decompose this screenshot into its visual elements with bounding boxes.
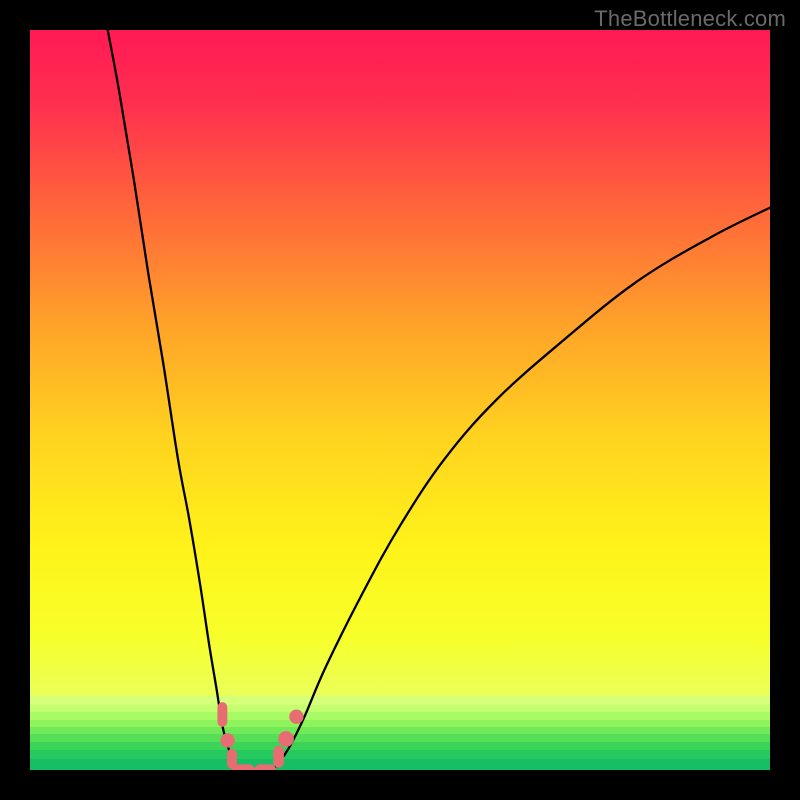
chart-container: TheBottleneck.com bbox=[0, 0, 800, 800]
watermark-label: TheBottleneck.com bbox=[594, 6, 786, 32]
curve-left-curve bbox=[108, 30, 239, 770]
valley-marker-3 bbox=[232, 765, 254, 770]
valley-marker-0 bbox=[218, 703, 227, 727]
plot-area bbox=[30, 30, 770, 770]
valley-marker-6 bbox=[279, 732, 294, 747]
curves-svg bbox=[30, 30, 770, 770]
curve-right-curve bbox=[273, 208, 770, 770]
valley-marker-1 bbox=[221, 734, 234, 747]
valley-marker-4 bbox=[255, 765, 276, 770]
valley-marker-7 bbox=[290, 710, 303, 723]
valley-marker-5 bbox=[274, 746, 284, 767]
